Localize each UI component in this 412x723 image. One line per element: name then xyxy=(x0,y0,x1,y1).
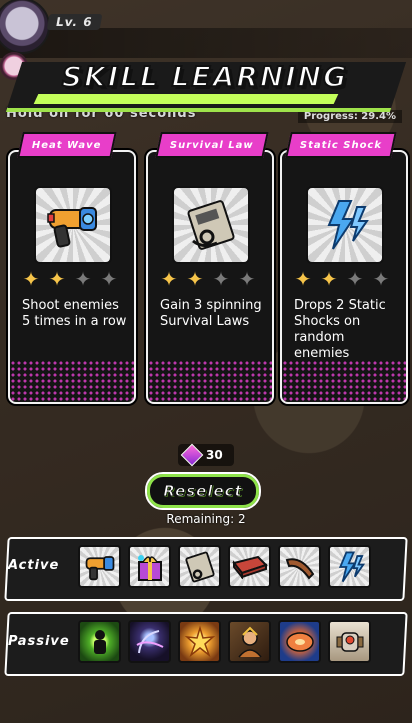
robot-drone-icon[interactable] xyxy=(328,620,371,663)
brick-icon[interactable] xyxy=(228,545,271,588)
star-empty-icon: ✦ xyxy=(212,267,230,291)
blaster-gun-icon[interactable] xyxy=(78,545,121,588)
active-slots xyxy=(78,545,371,588)
star-empty-icon: ✦ xyxy=(100,267,118,291)
player-level: Lv. 6 xyxy=(46,14,102,30)
skill-card-heat-wave[interactable]: ✦ ✦ ✦ ✦ Shoot enemies 5 times in a row xyxy=(8,150,136,404)
card-name-tag: Static Shock xyxy=(285,132,397,158)
card-stars: ✦ ✦ ✦ ✦ xyxy=(20,268,120,290)
card-stars: ✦ ✦ ✦ ✦ xyxy=(292,268,392,290)
blaster-gun-icon xyxy=(34,186,112,264)
banner-accent-stripe xyxy=(33,94,339,104)
skill-card-survival-law[interactable]: ✦ ✦ ✦ ✦ Gain 3 spinning Survival Laws xyxy=(146,150,274,404)
card-name: Survival Law xyxy=(170,139,254,151)
star-empty-icon: ✦ xyxy=(238,267,256,291)
passive-slots xyxy=(78,620,371,663)
star-filled-icon: ✦ xyxy=(320,267,338,291)
book-icon xyxy=(172,186,250,264)
dark-vortex-icon[interactable] xyxy=(128,620,171,663)
lightning-icon xyxy=(306,186,384,264)
fire-burst-icon[interactable] xyxy=(178,620,221,663)
star-filled-icon: ✦ xyxy=(160,267,178,291)
card-description: Gain 3 spinning Survival Laws xyxy=(160,298,262,329)
card-stars: ✦ ✦ ✦ ✦ xyxy=(158,268,258,290)
page-title: SKILL LEARNING xyxy=(61,59,349,94)
active-label: Active xyxy=(8,558,60,573)
star-filled-icon: ✦ xyxy=(22,267,40,291)
passive-label: Passive xyxy=(8,634,70,649)
card-name-tag: Heat Wave xyxy=(17,132,117,158)
card-description: Shoot enemies 5 times in a row xyxy=(22,298,127,329)
reselect-button[interactable]: Reselect xyxy=(145,472,261,510)
star-empty-icon: ✦ xyxy=(346,267,364,291)
book-icon[interactable] xyxy=(178,545,221,588)
star-empty-icon: ✦ xyxy=(74,267,92,291)
star-filled-icon: ✦ xyxy=(294,267,312,291)
gem-icon xyxy=(180,443,204,467)
star-filled-icon: ✦ xyxy=(186,267,204,291)
spinning-disc-icon[interactable] xyxy=(278,620,321,663)
card-description: Drops 2 Static Shocks on random enemies xyxy=(294,298,386,361)
top-hud-bar xyxy=(0,28,412,58)
gem-count: 30 xyxy=(206,448,223,462)
boomerang-icon[interactable] xyxy=(278,545,321,588)
warrior-portrait-icon[interactable] xyxy=(228,620,271,663)
green-aura-icon[interactable] xyxy=(78,620,121,663)
gem-counter: 30 xyxy=(178,443,234,467)
card-name-tag: Survival Law xyxy=(155,132,269,158)
card-name: Static Shock xyxy=(300,139,383,151)
remaining-rerolls: Remaining: 2 xyxy=(166,512,246,526)
star-filled-icon: ✦ xyxy=(48,267,66,291)
card-name: Heat Wave xyxy=(32,139,102,151)
star-empty-icon: ✦ xyxy=(372,267,390,291)
reselect-label: Reselect xyxy=(163,482,243,501)
gift-box-icon[interactable] xyxy=(128,545,171,588)
lightning-icon[interactable] xyxy=(328,545,371,588)
skill-card-static-shock[interactable]: ✦ ✦ ✦ ✦ Drops 2 Static Shocks on random … xyxy=(280,150,408,404)
